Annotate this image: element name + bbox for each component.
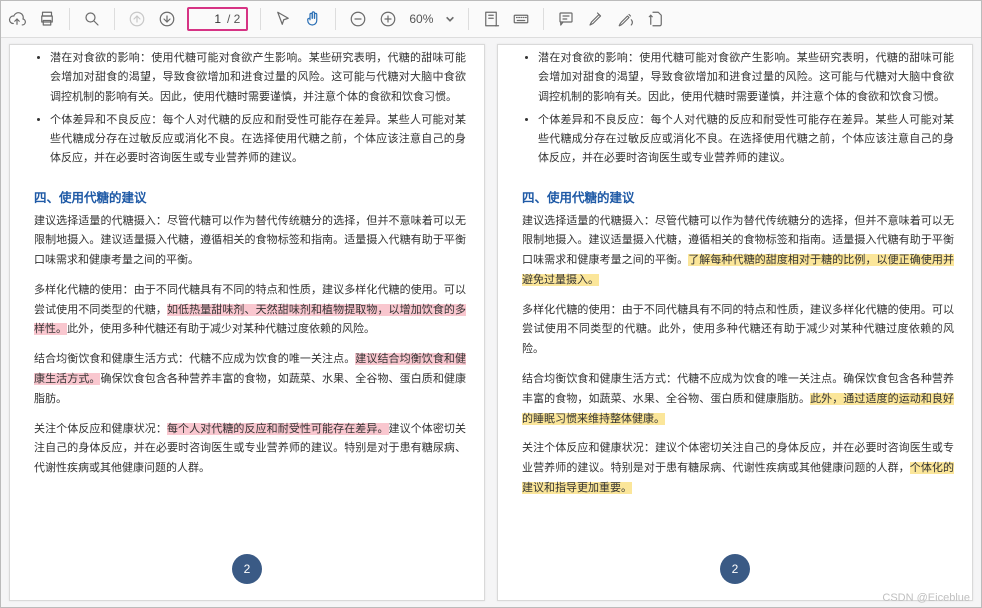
paragraph: 建议选择适量的代糖摄入：尽管代糖可以作为替代传统糖分的选择，但并不意味着可以无限… xyxy=(522,212,954,291)
list-item: 个体差异和不良反应：每个人对代糖的反应和耐受性可能存在差异。某些人可能对某些代糖… xyxy=(538,111,954,169)
list-item: 潜在对食欲的影响：使用代糖可能对食欲产生影响。某些研究表明，代糖的甜味可能会增加… xyxy=(50,49,466,107)
page-input[interactable] xyxy=(195,11,223,27)
paragraph: 结合均衡饮食和健康生活方式：代糖不应成为饮食的唯一关注点。建议结合均衡饮食和健康… xyxy=(34,350,466,409)
draw-icon[interactable] xyxy=(616,9,636,29)
page-left: 潜在对食欲的影响：使用代糖可能对食欲产生影响。某些研究表明，代糖的甜味可能会增加… xyxy=(9,44,485,601)
separator xyxy=(260,8,261,30)
text: 结合均衡饮食和健康生活方式：代糖不应成为饮食的唯一关注点。 xyxy=(34,353,355,365)
separator xyxy=(335,8,336,30)
zoom-out-icon[interactable] xyxy=(348,9,368,29)
zoom-in-icon[interactable] xyxy=(378,9,398,29)
keyboard-icon[interactable] xyxy=(511,9,531,29)
hand-tool-icon[interactable] xyxy=(303,9,323,29)
text: 关注个体反应和健康状况：建议个体密切关注自己的身体反应，并在必要时咨询医生或专业… xyxy=(522,442,954,474)
page-number-badge: 2 xyxy=(232,554,262,584)
list-item: 潜在对食欲的影响：使用代糖可能对食欲产生影响。某些研究表明，代糖的甜味可能会增加… xyxy=(538,49,954,107)
highlight-pink: 每个人对代糖的反应和耐受性可能存在差异。 xyxy=(167,423,389,435)
section-heading: 四、使用代糖的建议 xyxy=(34,187,466,206)
paragraph: 结合均衡饮食和健康生活方式：代糖不应成为饮食的唯一关注点。确保饮食包含各种营养丰… xyxy=(522,370,954,429)
print-icon[interactable] xyxy=(37,9,57,29)
text: 此外，使用多种代糖还有助于减少对某种代糖过度依赖的风险。 xyxy=(67,323,375,335)
page-number-box: / 2 xyxy=(187,7,248,31)
search-icon[interactable] xyxy=(82,9,102,29)
paragraph: 关注个体反应和健康状况：建议个体密切关注自己的身体反应，并在必要时咨询医生或专业… xyxy=(522,439,954,498)
chevron-down-icon xyxy=(445,14,455,24)
bullet-list: 潜在对食欲的影响：使用代糖可能对食欲产生影响。某些研究表明，代糖的甜味可能会增加… xyxy=(50,49,466,173)
page-number-badge: 2 xyxy=(720,554,750,584)
watermark: CSDN @Eiceblue xyxy=(882,592,970,604)
pointer-icon[interactable] xyxy=(273,9,293,29)
separator xyxy=(69,8,70,30)
section-heading: 四、使用代糖的建议 xyxy=(522,187,954,206)
cloud-upload-icon[interactable] xyxy=(7,9,27,29)
toolbar: / 2 60% xyxy=(1,1,981,38)
page-spread: 潜在对食欲的影响：使用代糖可能对食欲产生影响。某些研究表明，代糖的甜味可能会增加… xyxy=(1,38,981,607)
page-down-icon[interactable] xyxy=(157,9,177,29)
paragraph: 多样化代糖的使用：由于不同代糖具有不同的特点和性质，建议多样化代糖的使用。可以尝… xyxy=(34,281,466,340)
text: 关注个体反应和健康状况： xyxy=(34,423,167,435)
zoom-value: 60% xyxy=(409,12,441,26)
page-up-icon[interactable] xyxy=(127,9,147,29)
paragraph: 关注个体反应和健康状况：每个人对代糖的反应和耐受性可能存在差异。建议个体密切关注… xyxy=(34,420,466,479)
highlight-icon[interactable] xyxy=(586,9,606,29)
separator xyxy=(468,8,469,30)
paragraph: 多样化代糖的使用：由于不同代糖具有不同的特点和性质，建议多样化代糖的使用。可以尝… xyxy=(522,301,954,360)
page-right: 潜在对食欲的影响：使用代糖可能对食欲产生影响。某些研究表明，代糖的甜味可能会增加… xyxy=(497,44,973,601)
page-layout-icon[interactable] xyxy=(481,9,501,29)
file-tool-icon[interactable] xyxy=(646,9,666,29)
comment-icon[interactable] xyxy=(556,9,576,29)
page-total: / 2 xyxy=(227,12,240,26)
separator xyxy=(543,8,544,30)
list-item: 个体差异和不良反应：每个人对代糖的反应和耐受性可能存在差异。某些人可能对某些代糖… xyxy=(50,111,466,169)
separator xyxy=(114,8,115,30)
pdf-viewer: { "toolbar":{ "page_current":"1", "page_… xyxy=(0,0,982,608)
zoom-select[interactable]: 60% xyxy=(408,11,456,27)
paragraph: 建议选择适量的代糖摄入：尽管代糖可以作为替代传统糖分的选择，但并不意味着可以无限… xyxy=(34,212,466,271)
bullet-list: 潜在对食欲的影响：使用代糖可能对食欲产生影响。某些研究表明，代糖的甜味可能会增加… xyxy=(538,49,954,173)
